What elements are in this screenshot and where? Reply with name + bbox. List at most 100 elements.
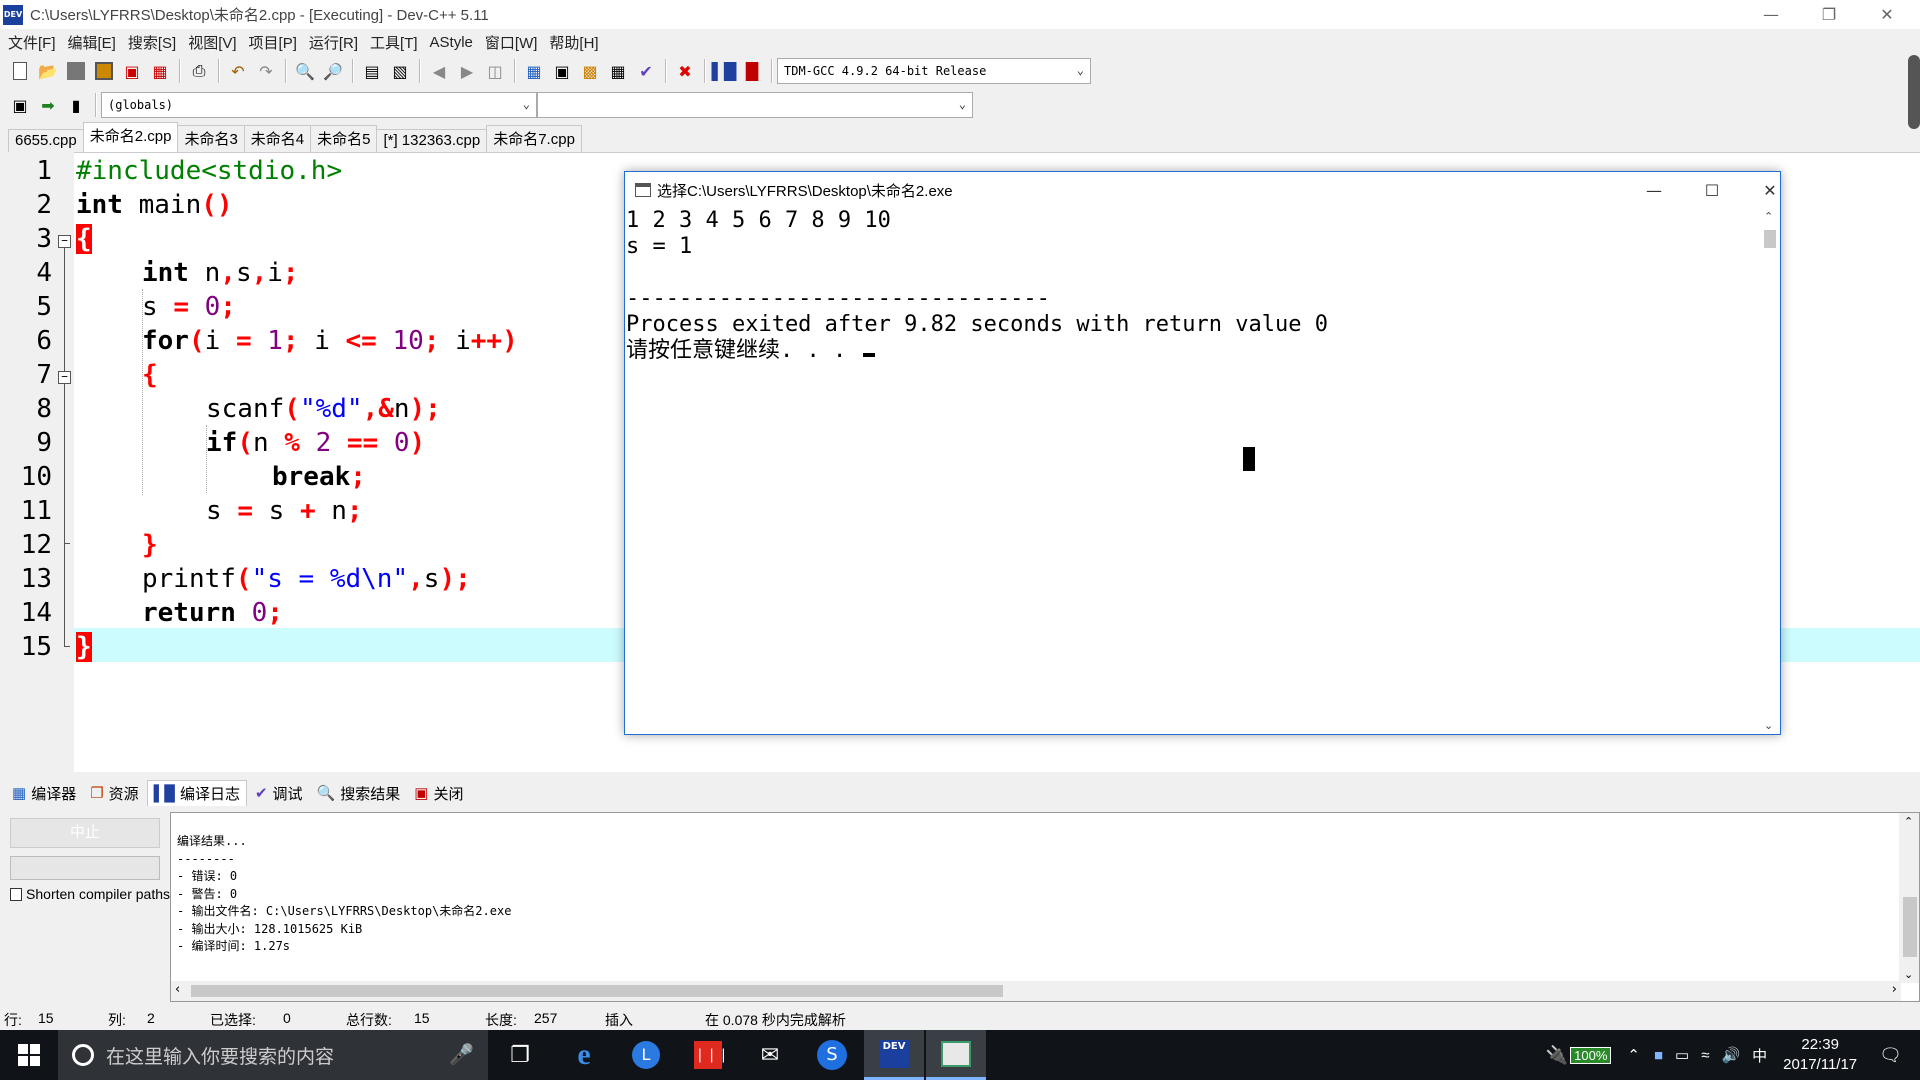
redo-button[interactable]: ↷ — [254, 59, 278, 83]
taskbar-app-red[interactable]: ❘❘❘ — [678, 1030, 738, 1080]
console-window[interactable]: 选择C:\Users\LYFRRS\Desktop\未命名2.exe — ☐ ✕… — [624, 171, 1781, 735]
menu-edit[interactable]: 编辑[E] — [64, 32, 124, 53]
start-button[interactable] — [0, 1030, 58, 1080]
scroll-nub[interactable] — [1908, 55, 1920, 129]
profile-button[interactable]: ▌█ — [712, 59, 737, 83]
save-button[interactable] — [64, 59, 88, 83]
taskbar-devcpp[interactable]: DEV — [864, 1030, 924, 1080]
console-minimize-button[interactable]: — — [1625, 172, 1683, 208]
new-file-button[interactable] — [8, 59, 32, 83]
power-plug-icon[interactable]: 🔌 — [1546, 1045, 1568, 1066]
taskbar-console[interactable] — [926, 1030, 986, 1080]
close-button[interactable]: ✕ — [1858, 0, 1916, 29]
rebuild-button[interactable]: ▦ — [606, 59, 630, 83]
menu-project[interactable]: 项目[P] — [245, 32, 305, 53]
indent-button[interactable]: ▤ — [360, 59, 384, 83]
tray-expand-icon[interactable]: ⌃ — [1627, 1046, 1640, 1064]
save-all-button[interactable] — [92, 59, 116, 83]
goto-button[interactable]: ➡ — [36, 93, 60, 117]
taskbar-clock[interactable]: 22:39 2017/11/17 — [1783, 1035, 1857, 1075]
battery-icon[interactable]: ▭ — [1675, 1046, 1689, 1064]
open-file-button[interactable]: 📂 — [36, 59, 60, 83]
menu-file[interactable]: 文件[F] — [4, 32, 64, 53]
insert-button[interactable]: ▣ — [8, 93, 32, 117]
menu-help[interactable]: 帮助[H] — [545, 32, 606, 53]
scroll-down-icon[interactable]: ⌄ — [1764, 719, 1773, 732]
tab-compile-log[interactable]: ▌█ 编译日志 — [146, 780, 247, 806]
tab-compiler[interactable]: ▦ 编译器 — [6, 781, 82, 806]
fold-toggle-for[interactable]: − — [58, 371, 71, 384]
console-scrollbar[interactable]: ⌃ ⌄ — [1760, 208, 1780, 734]
file-tab[interactable]: 未命名4 — [243, 125, 312, 152]
compiler-select[interactable]: TDM-GCC 4.9.2 64-bit Release ⌄ — [777, 58, 1091, 84]
file-tab[interactable]: 6655.cpp — [8, 129, 84, 152]
log-horizontal-scrollbar[interactable]: ‹ › — [171, 981, 1901, 1001]
compile-run-button[interactable]: ▩ — [578, 59, 602, 83]
console-close-button[interactable]: ✕ — [1741, 172, 1799, 208]
goto-bookmark-button[interactable]: ▶ — [455, 59, 479, 83]
stop-execution-button[interactable]: ✖ — [673, 59, 697, 83]
scrollbar-thumb[interactable] — [1764, 230, 1776, 248]
toggle-bookmark-button[interactable]: ◀ — [427, 59, 451, 83]
menu-search[interactable]: 搜索[S] — [124, 32, 184, 53]
tab-resources[interactable]: ❐ 资源 — [84, 781, 144, 806]
scroll-left-icon[interactable]: ‹ — [175, 982, 180, 997]
function-select[interactable]: ⌄ — [537, 92, 973, 118]
volume-icon[interactable]: 🔊 — [1721, 1046, 1740, 1064]
find-button[interactable]: 🔍 — [293, 59, 317, 83]
checkbox-box[interactable] — [10, 887, 23, 901]
abort-button[interactable]: 中止 — [10, 818, 160, 848]
menu-run[interactable]: 运行[R] — [305, 32, 366, 53]
comment-button[interactable]: ◫ — [483, 59, 507, 83]
close-file-button[interactable]: ▣ — [120, 59, 144, 83]
compile-button[interactable]: ▦ — [522, 59, 546, 83]
scope-select[interactable]: (globals) ⌄ — [101, 92, 537, 118]
minimize-button[interactable]: — — [1742, 0, 1800, 29]
microphone-icon[interactable]: 🎤 — [449, 1042, 474, 1066]
scrollbar-thumb[interactable] — [191, 985, 1003, 997]
task-view-button[interactable]: ❐ — [490, 1030, 550, 1080]
taskbar-sogou[interactable]: S — [802, 1030, 862, 1080]
menu-view[interactable]: 视图[V] — [184, 32, 244, 53]
log-vertical-scrollbar[interactable]: ⌃ ⌄ — [1899, 813, 1919, 983]
run-button[interactable]: ▣ — [550, 59, 574, 83]
tab-debug[interactable]: ✔ 调试 — [249, 781, 309, 806]
tab-search-results[interactable]: 🔍 搜索结果 — [311, 781, 407, 806]
taskbar-app-l[interactable]: L — [616, 1030, 676, 1080]
restore-button[interactable]: ❐ — [1800, 0, 1858, 29]
file-tab[interactable]: 未命名3 — [177, 125, 245, 152]
menu-tools[interactable]: 工具[T] — [366, 32, 426, 53]
scroll-up-icon[interactable]: ⌃ — [1764, 210, 1773, 223]
syntax-check-button[interactable]: ✔ — [634, 59, 658, 83]
unindent-button[interactable]: ▧ — [388, 59, 412, 83]
taskbar-mail[interactable]: ✉ — [740, 1030, 800, 1080]
print-button[interactable]: ⎙ — [187, 59, 211, 83]
close-all-button[interactable]: ▦ — [148, 59, 172, 83]
file-tab-active[interactable]: 未命名2.cpp — [82, 122, 179, 152]
file-tab[interactable]: 未命名5 — [310, 125, 378, 152]
taskbar-edge[interactable]: e — [554, 1030, 614, 1080]
file-tab[interactable]: [*] 132363.cpp — [376, 129, 488, 152]
replace-button[interactable]: 🔎 — [321, 59, 345, 83]
taskbar-search-box[interactable]: 在这里输入你要搜索的内容 🎤 — [58, 1030, 488, 1080]
menu-astyle[interactable]: AStyle — [426, 34, 481, 51]
input-method-indicator[interactable]: 中 — [1752, 1045, 1767, 1066]
delete-profile-button[interactable]: █ — [740, 59, 764, 83]
wifi-icon[interactable]: ≈ — [1701, 1047, 1709, 1064]
scroll-up-icon[interactable]: ⌃ — [1904, 815, 1913, 828]
tray-app-icon[interactable]: ■ — [1654, 1047, 1663, 1064]
tab-close[interactable]: ▣ 关闭 — [408, 781, 469, 806]
undo-button[interactable]: ↶ — [226, 59, 250, 83]
scroll-down-icon[interactable]: ⌄ — [1904, 968, 1913, 981]
notification-icon[interactable]: 🗨 — [1879, 1045, 1902, 1066]
fold-toggle-main[interactable]: − — [58, 235, 71, 248]
compile-log-panel[interactable]: 编译结果... -------- - 错误: 0 - 警告: 0 - 输出文件名… — [170, 812, 1920, 1002]
scrollbar-thumb[interactable] — [1903, 897, 1917, 957]
scroll-right-icon[interactable]: › — [1892, 982, 1897, 997]
battery-indicator[interactable]: 100% — [1570, 1046, 1612, 1064]
console-maximize-button[interactable]: ☐ — [1683, 172, 1741, 208]
menu-window[interactable]: 窗口[W] — [481, 32, 546, 53]
shorten-paths-checkbox[interactable]: Shorten compiler paths — [10, 886, 170, 902]
file-tab[interactable]: 未命名7.cpp — [486, 125, 582, 152]
bookmark-button[interactable]: ▮ — [64, 93, 88, 117]
